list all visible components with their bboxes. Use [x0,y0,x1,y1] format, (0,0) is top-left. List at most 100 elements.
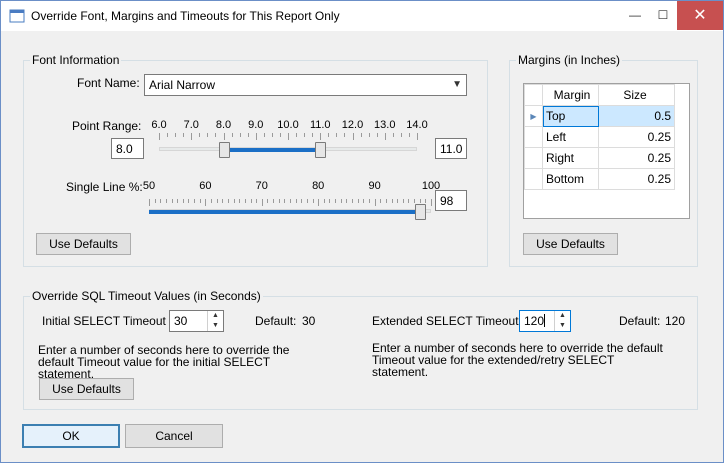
initial-timeout-spin: ▲ ▼ [207,311,223,331]
font-name-value: Arial Narrow [149,78,216,92]
slider-tick [329,199,331,203]
slider-tick [250,199,252,203]
slider-tick [149,199,150,206]
slider-tick-label: 80 [312,180,325,192]
spin-up-icon[interactable]: ▲ [555,311,570,321]
window-title: Override Font, Margins and Timeouts for … [31,9,340,23]
slider-tick [199,133,201,137]
slider-tick [417,133,418,140]
slider-tick [360,133,362,137]
margin-cell[interactable]: Bottom [542,168,599,190]
table-row[interactable]: ▶ Top 0.5 [524,105,675,127]
initial-timeout-stepper[interactable]: 30 ▲ ▼ [169,310,224,332]
spin-down-icon[interactable]: ▼ [555,321,570,331]
slider-tick [211,199,213,203]
single-line-field[interactable]: 98 [435,190,467,211]
slider-tick [273,199,275,203]
slider-tick [425,199,427,203]
slider-tick [312,133,314,137]
extended-timeout-stepper[interactable]: 120 ▲ ▼ [519,310,571,332]
extended-timeout-input: 120 [524,314,546,328]
font-name-label: Font Name: [77,76,140,90]
extended-timeout-label: Extended SELECT Timeout [372,314,519,328]
slider-tick [304,133,306,137]
maximize-button[interactable]: ☐ [649,1,677,30]
initial-timeout-value[interactable]: 30 [174,314,187,328]
size-cell[interactable]: 0.5 [598,105,675,127]
size-cell[interactable]: 0.25 [598,126,675,148]
point-range-label: Point Range: [72,119,142,133]
slider-tick [261,199,263,206]
size-cell[interactable]: 0.25 [598,168,675,190]
slider-tick [177,199,179,203]
table-row[interactable]: Left 0.25 [524,126,675,148]
slider-tick [384,133,386,140]
slider-tick [336,133,338,137]
font-use-defaults-button[interactable]: Use Defaults [36,233,131,255]
slider-tick [207,133,209,137]
grid-corner [524,84,543,106]
initial-default-label: Default: [255,314,297,328]
minimize-button[interactable]: — [621,1,649,30]
slider-tick [278,199,280,203]
slider-tick [182,199,184,203]
slider-tick [244,199,246,203]
slider-tick [188,199,190,203]
slider-tick [296,133,298,137]
close-button[interactable]: ✕ [677,1,723,30]
row-header[interactable] [524,147,543,169]
extended-default-label: Default: [619,314,661,328]
slider-tick [247,133,249,137]
table-row[interactable]: Right 0.25 [524,147,675,169]
margins-group: Margins (in Inches) Margin Size ▶ Top 0.… [509,53,698,267]
column-header-margin[interactable]: Margin [542,84,599,106]
slider-tick [233,199,235,203]
slider-tick-label: 70 [255,180,268,192]
slider-tick [175,133,177,137]
slider-tick-label: 10.0 [277,119,299,131]
ok-button[interactable]: OK [22,424,120,448]
point-range-max-thumb[interactable] [315,142,327,158]
margin-cell[interactable]: Top [542,105,599,127]
text-caret [544,314,546,327]
spin-up-icon[interactable]: ▲ [208,311,223,321]
current-row-icon: ▶ [524,105,543,127]
size-cell[interactable]: 0.25 [598,147,675,169]
slider-tick [306,199,308,203]
slider-tick [191,133,193,140]
single-line-thumb[interactable] [414,204,426,220]
slider-tick [335,199,337,203]
point-max-field[interactable]: 11.0 [435,138,467,159]
slider-tick [199,199,201,203]
spin-down-icon[interactable]: ▼ [208,321,223,331]
title-bar: Override Font, Margins and Timeouts for … [1,1,723,31]
table-row[interactable]: Bottom 0.25 [524,168,675,190]
slider-tick [165,199,167,203]
margins-use-defaults-button[interactable]: Use Defaults [523,233,618,255]
slider-tick [312,199,314,203]
margins-grid[interactable]: Margin Size ▶ Top 0.5 Left 0.25 Right 0.… [523,83,690,219]
point-range-ticks [159,133,418,141]
initial-timeout-help: Enter a number of seconds here to overri… [38,343,290,381]
point-range-min-thumb[interactable] [218,142,230,158]
extended-timeout-value[interactable]: 120 [524,314,544,328]
font-name-combobox[interactable]: Arial Narrow ▼ [144,74,467,96]
slider-tick [357,199,359,203]
extended-timeout-spin: ▲ ▼ [554,311,570,331]
timeout-use-defaults-button[interactable]: Use Defaults [39,378,134,400]
margin-cell[interactable]: Right [542,147,599,169]
initial-default-value: 30 [302,314,316,328]
row-header[interactable] [524,168,543,190]
slider-tick [352,133,354,140]
point-min-field[interactable]: 8.0 [111,138,144,159]
margin-cell[interactable]: Left [542,126,599,148]
slider-tick [400,133,402,137]
column-header-size[interactable]: Size [598,84,675,106]
sql-timeout-title: Override SQL Timeout Values (in Seconds) [30,289,263,303]
margins-title: Margins (in Inches) [516,53,623,67]
cancel-button[interactable]: Cancel [125,424,223,448]
chevron-down-icon[interactable]: ▼ [452,77,462,93]
slider-tick [256,199,258,203]
row-header[interactable] [524,126,543,148]
slider-tick [216,199,218,203]
